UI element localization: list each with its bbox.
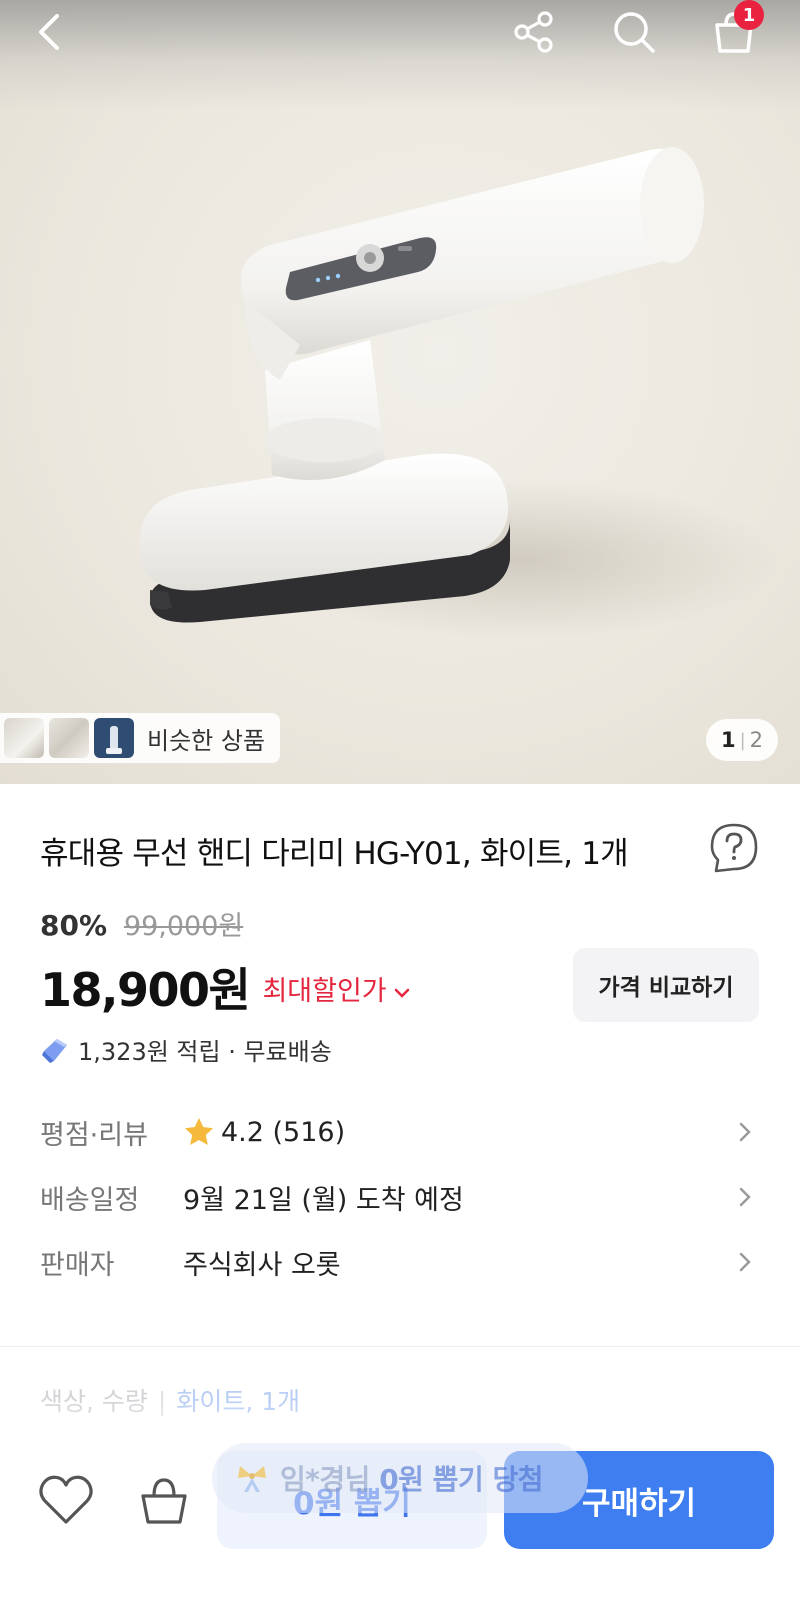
product-title: 휴대용 무선 핸디 다리미 HG-Y01, 화이트, 1개 (40, 836, 629, 872)
chevron-right-icon (739, 1122, 751, 1142)
discount-rate: 80% (40, 909, 108, 942)
toast-winner-message: 0원 뽑기 당첨 (379, 1463, 543, 1496)
original-price: 99,000원 (123, 911, 244, 942)
delivery-schedule-row[interactable]: 배송일정 9월 21일 (월) 도착 예정 (40, 1169, 760, 1225)
help-button[interactable] (708, 822, 760, 874)
similar-products-label: 비슷한 상품 (147, 726, 266, 755)
seller-value: 주식회사 오롯 (183, 1249, 341, 1281)
section-divider (0, 1346, 800, 1347)
rating-value-group: 4.2 (516) (183, 1116, 345, 1148)
rating-review-row[interactable]: 평점·리뷰 4.2 (516) (40, 1104, 760, 1160)
price-row: 18,900원 최대할인가 (40, 954, 411, 1017)
similar-products-button[interactable]: 비슷한 상품 (0, 713, 280, 763)
product-image-gallery[interactable]: 1 비슷한 상품 1 | 2 (0, 0, 800, 784)
cart-count-badge: 1 (734, 0, 764, 30)
max-discount-label: 최대할인가 (262, 976, 387, 1007)
page-separator: | (739, 729, 746, 751)
chevron-right-icon (739, 1252, 751, 1272)
chevron-right-icon (739, 1187, 751, 1207)
reward-shipping-info: 1,323원 적립 · 무료배송 (40, 1032, 332, 1067)
search-button[interactable] (606, 4, 662, 60)
question-bubble-icon (710, 823, 758, 873)
wishlist-button[interactable] (36, 1470, 96, 1530)
reward-text: 1,323원 적립 · 무료배송 (78, 1038, 332, 1066)
delivery-value: 9월 21일 (월) 도착 예정 (183, 1184, 464, 1216)
product-title-row: 휴대용 무선 핸디 다리미 HG-Y01, 화이트, 1개 (40, 822, 760, 878)
similar-product-thumbnail (94, 718, 134, 758)
delivery-label: 배송일정 (40, 1184, 140, 1216)
toast-winner-name: 임*경님 (280, 1463, 370, 1496)
bow-icon (238, 1466, 266, 1492)
search-icon (614, 12, 655, 53)
basket-icon (141, 1478, 187, 1524)
cart-button[interactable]: 1 (706, 0, 764, 60)
price-compare-button[interactable]: 가격 비교하기 (573, 948, 759, 1022)
image-page-indicator: 1 | 2 (706, 719, 778, 761)
chevron-down-icon (393, 976, 411, 1007)
star-icon (185, 1118, 213, 1145)
back-button[interactable] (22, 4, 78, 60)
sale-price: 18,900원 (40, 963, 251, 1017)
rating-value: 4.2 (516) (221, 1116, 346, 1148)
product-image (140, 147, 780, 640)
max-discount-toggle[interactable]: 최대할인가 (262, 976, 410, 1007)
top-navigation-bar: 1 (0, 0, 800, 64)
cash-reward-icon (42, 1038, 67, 1063)
share-icon (514, 11, 553, 53)
seller-row[interactable]: 판매자 주식회사 오롯 (40, 1234, 760, 1290)
discount-row: 80% 99,000원 (40, 904, 243, 943)
rating-label: 평점·리뷰 (40, 1119, 148, 1151)
winner-toast: 임*경님 0원 뽑기 당첨 (212, 1443, 588, 1513)
heart-icon (39, 1475, 93, 1524)
add-to-cart-button[interactable] (134, 1470, 194, 1530)
total-pages: 2 (749, 728, 764, 752)
chevron-left-icon (39, 14, 59, 50)
similar-product-thumbnail (49, 718, 89, 758)
seller-label: 판매자 (40, 1249, 115, 1281)
share-button[interactable] (506, 4, 562, 60)
similar-product-thumbnail (4, 718, 44, 758)
current-page: 1 (720, 728, 736, 752)
